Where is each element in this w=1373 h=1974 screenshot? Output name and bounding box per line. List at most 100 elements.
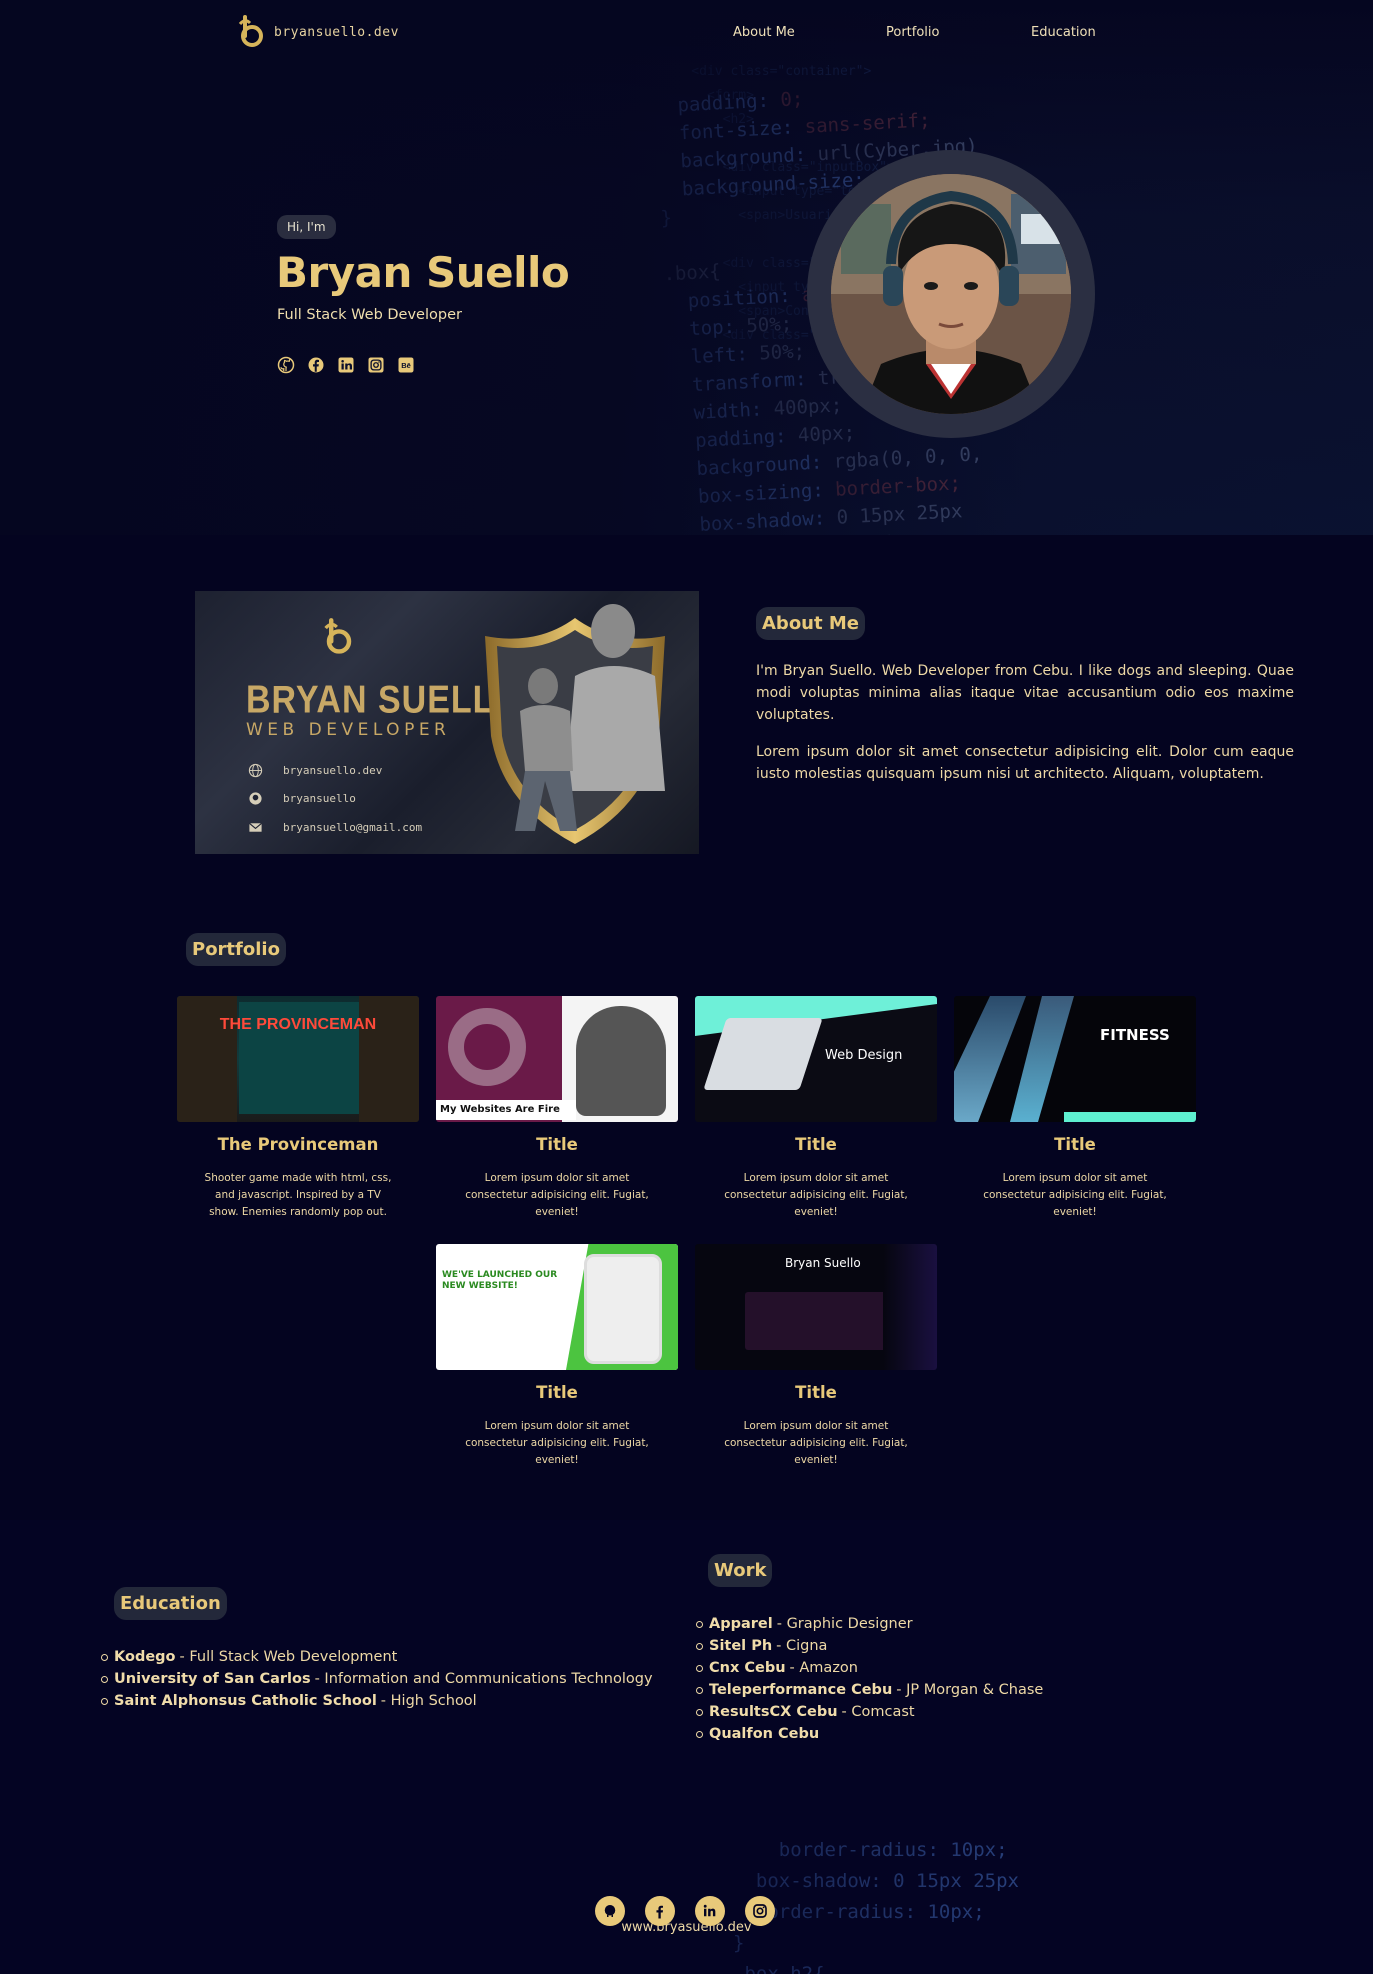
list-item: Kodego - Full Stack Web Development [101,1646,653,1668]
work-list: Apparel - Graphic Designer Sitel Ph - Cign… [696,1613,1043,1745]
list-item-title: Cnx Cebu [709,1660,786,1676]
bullet-icon [696,1620,703,1628]
thumbnail-text: My Websites Are Fire [436,1100,576,1120]
portfolio-thumbnail[interactable]: Bryan Suello [695,1244,937,1370]
portfolio-card[interactable]: My Websites Are Fire Title Lorem ipsum d… [436,996,678,1221]
portfolio-description: Lorem ipsum dolor sit amet consectetur a… [983,1172,1167,1218]
list-item-detail: - Graphic Designer [776,1616,913,1632]
nav-link-education[interactable]: Education [1031,25,1096,40]
list-item-detail: - High School [380,1693,477,1709]
list-item-title: Kodego [114,1649,176,1665]
list-item-title: University of San Carlos [114,1671,311,1687]
portfolio-title: Title [536,1383,578,1402]
top-navigation: bryansuello.dev About Me Portfolio Educa… [0,0,1373,68]
education-heading: Education [114,1587,227,1620]
education-list: Kodego - Full Stack Web Development Unive… [101,1646,653,1712]
greeting-badge: Hi, I'm [277,215,336,239]
hero-social-links: Bē [276,355,415,374]
portfolio-card[interactable]: FITNESS Title Lorem ipsum dolor sit amet… [954,996,1196,1221]
list-item-detail: - Comcast [841,1704,915,1720]
profile-photo [831,174,1071,414]
list-item: Cnx Cebu - Amazon [696,1657,1043,1679]
list-item-title: Qualfon Cebu [709,1726,820,1742]
list-item: ResultsCX Cebu - Comcast [696,1701,1043,1723]
thumbnail-text: WE'VE LAUNCHED OUR NEW WEBSITE! [442,1270,558,1291]
bullet-icon [696,1664,703,1672]
list-item: University of San Carlos - Information an… [101,1668,653,1690]
list-item-detail: - Information and Communications Technol… [314,1671,653,1687]
work-heading: Work [708,1554,773,1587]
bullet-icon [101,1697,108,1705]
business-card-email: bryansuello@gmail.com [248,820,422,835]
list-item: Apparel - Graphic Designer [696,1613,1043,1635]
portfolio-heading: Portfolio [186,933,286,966]
mail-icon [249,822,262,832]
footer-social-links [595,1896,775,1926]
nav-link-about[interactable]: About Me [733,25,795,40]
list-item: Qualfon Cebu [696,1723,1043,1745]
thumbnail-text: Bryan Suello [785,1256,861,1270]
list-item-title: Sitel Ph [709,1638,773,1654]
hero-overlay [0,0,1373,535]
thumbnail-text: THE PROVINCEMAN [219,1016,377,1033]
linkedin-icon[interactable] [336,355,355,374]
svg-text:Bē: Bē [401,361,411,370]
footer: border-radius: 10px; box-shadow: 0 15px … [0,1785,1373,1974]
business-card-image: BRYAN SUELLO WEB DEVELOPER bryansuello.d… [195,591,699,854]
portfolio-card[interactable]: Web Design Title Lorem ipsum dolor sit a… [695,996,937,1221]
hero-name: Bryan Suello [276,248,570,297]
globe-icon [248,763,263,778]
list-item-detail: - JP Morgan & Chase [896,1682,1044,1698]
portfolio-title: Title [795,1135,837,1154]
hero-role: Full Stack Web Developer [277,307,462,323]
list-item-title: Apparel [709,1616,773,1632]
bullet-icon [696,1730,703,1738]
bullet-icon [101,1653,108,1661]
list-item-title: ResultsCX Cebu [709,1704,838,1720]
business-card-website: bryansuello.dev [248,763,382,778]
portfolio-thumbnail[interactable]: Web Design [695,996,937,1122]
portfolio-thumbnail[interactable]: THE PROVINCEMAN [177,996,419,1122]
portfolio-thumbnail[interactable]: FITNESS [954,996,1196,1122]
profile-photo-frame [807,150,1095,438]
portfolio-card[interactable]: WE'VE LAUNCHED OUR NEW WEBSITE! Title Lo… [436,1244,678,1469]
portfolio-thumbnail[interactable]: WE'VE LAUNCHED OUR NEW WEBSITE! [436,1244,678,1370]
portfolio-thumbnail[interactable]: My Websites Are Fire [436,996,678,1122]
linkedin-icon[interactable] [695,1896,725,1926]
logo-b-icon [324,618,352,654]
nav-link-portfolio[interactable]: Portfolio [886,25,939,40]
instagram-icon[interactable] [366,355,385,374]
business-card-email-text: bryansuello@gmail.com [283,821,423,834]
about-paragraph-2: Lorem ipsum dolor sit amet consectetur a… [756,744,1294,782]
about-paragraph-1: I'm Bryan Suello. Web Developer from Ceb… [756,663,1294,723]
portfolio-description: Lorem ipsum dolor sit amet consectetur a… [465,1420,649,1466]
thumbnail-text: FITNESS [1100,1026,1170,1044]
portrait-graphic [515,604,665,831]
facebook-icon[interactable] [645,1896,675,1926]
portfolio-title: Title [1054,1135,1096,1154]
list-item-detail: - Cigna [776,1638,828,1654]
list-item-detail: - Amazon [789,1660,858,1676]
hero-section: <div class="container"> <form> <h2> <div… [0,0,1373,535]
site-logo[interactable]: bryansuello.dev [236,14,399,50]
portfolio-card[interactable]: THE PROVINCEMAN The Provinceman Shooter … [177,996,419,1221]
logo-text: bryansuello.dev [274,24,399,40]
business-card-title: WEB DEVELOPER [246,720,451,740]
portfolio-title: The Provinceman [217,1135,379,1154]
portfolio-description: Lorem ipsum dolor sit amet consectetur a… [465,1172,649,1218]
github-icon[interactable] [276,355,295,374]
portfolio-card[interactable]: Bryan Suello Title Lorem ipsum dolor sit… [695,1244,937,1469]
list-item: Saint Alphonsus Catholic School - High Sc… [101,1690,653,1712]
behance-icon[interactable]: Bē [396,355,415,374]
list-item-title: Saint Alphonsus Catholic School [114,1693,377,1709]
bullet-icon [101,1675,108,1683]
github-icon[interactable] [595,1896,625,1926]
portfolio-title: Title [795,1383,837,1402]
list-item-detail: - Full Stack Web Development [179,1649,398,1665]
portfolio-title: Title [536,1135,578,1154]
instagram-icon[interactable] [745,1896,775,1926]
portfolio-description: Shooter game made with html, css, and ja… [204,1172,392,1218]
facebook-icon[interactable] [306,355,325,374]
about-heading: About Me [756,607,865,640]
list-item: Sitel Ph - Cigna [696,1635,1043,1657]
